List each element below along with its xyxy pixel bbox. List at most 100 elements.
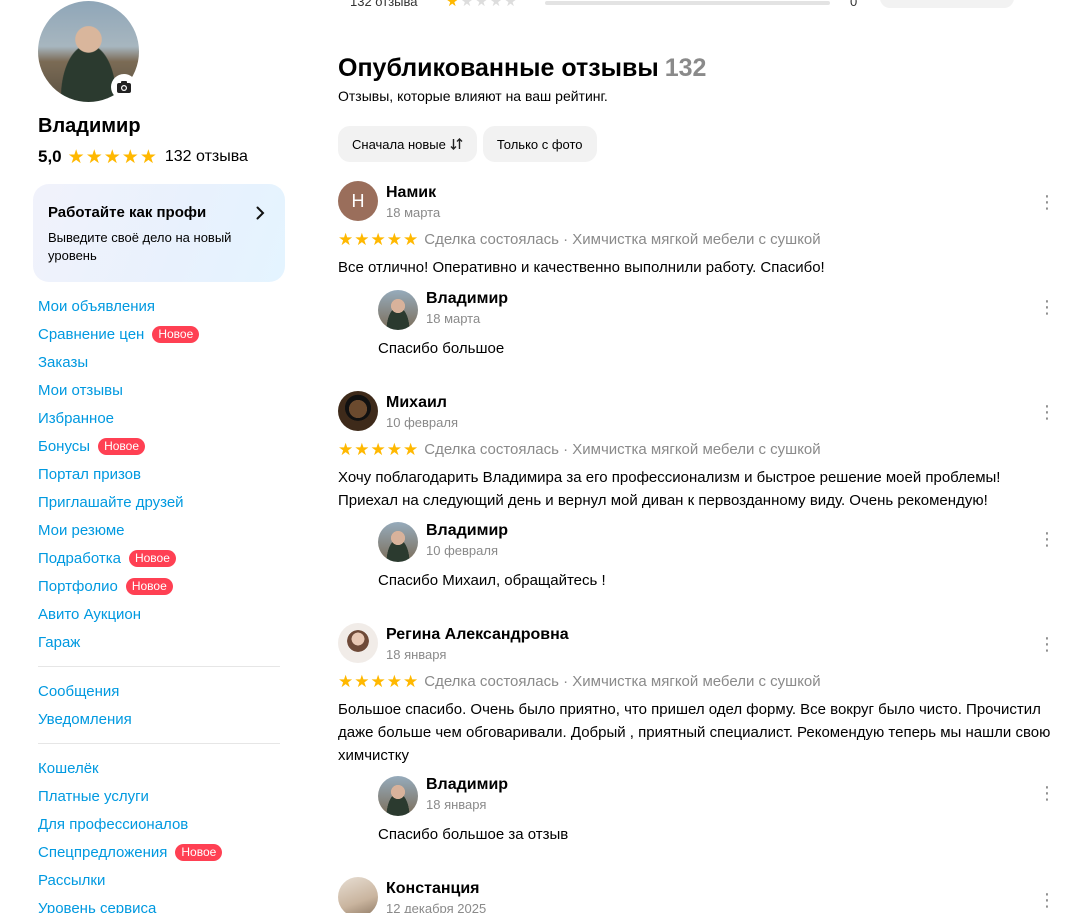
- sidebar-item-label: Мои резюме: [38, 521, 125, 539]
- rating-row-button[interactable]: [880, 0, 1014, 8]
- sidebar-item-label: Подработка: [38, 549, 121, 567]
- pro-promo-card[interactable]: Работайте как профи Выведите своё дело н…: [33, 184, 285, 282]
- page-subtitle: Отзывы, которые влияют на ваш рейтинг.: [338, 88, 608, 104]
- sidebar-item[interactable]: Подработка Новое: [38, 544, 280, 572]
- reply-text: Спасибо Михаил, обращайтесь !: [378, 572, 606, 589]
- reply-author[interactable]: Владимир: [426, 290, 508, 308]
- sidebar-item[interactable]: Избранное: [38, 404, 280, 432]
- sort-newest-button[interactable]: Сначала новые: [338, 126, 477, 162]
- review-date: 10 февраля: [386, 415, 458, 430]
- star-icon: ★: [338, 672, 354, 691]
- photo-only-button[interactable]: Только с фото: [482, 126, 597, 162]
- more-vertical-icon[interactable]: ⋮: [1038, 298, 1056, 316]
- new-badge: Новое: [128, 549, 176, 567]
- profile-avatar-wrap: [38, 1, 139, 102]
- review-deal-info: Сделка состоялась · Химчистка мягкой меб…: [424, 231, 821, 248]
- review-card: Констанция 12 декабря 2025 ⋮: [338, 877, 1058, 913]
- sidebar-item[interactable]: Мои объявления: [38, 292, 280, 320]
- review-stars: ★ ★ ★ ★ ★: [338, 673, 418, 690]
- reply-date: 18 января: [426, 797, 487, 812]
- star-icon: ★: [338, 440, 354, 459]
- sidebar-item[interactable]: Рассылки: [38, 866, 280, 894]
- reviewer-avatar[interactable]: [338, 877, 378, 913]
- sidebar-item-label: Уведомления: [38, 710, 132, 728]
- sidebar-item-label: Гараж: [38, 633, 81, 651]
- sidebar-item-label: Сообщения: [38, 682, 120, 700]
- sidebar-item-label: Бонусы: [38, 437, 91, 455]
- star-icon: ★: [403, 672, 419, 691]
- reviewer-name[interactable]: Михаил: [386, 394, 447, 412]
- more-vertical-icon[interactable]: ⋮: [1038, 403, 1056, 421]
- review-date: 18 марта: [386, 205, 441, 220]
- reply-text: Спасибо большое за отзыв: [378, 826, 569, 843]
- reply-author[interactable]: Владимир: [426, 522, 508, 540]
- more-vertical-icon[interactable]: ⋮: [1038, 891, 1056, 909]
- star-icon: ★: [403, 230, 419, 249]
- rating-value: 5,0: [38, 147, 62, 166]
- reviewer-avatar[interactable]: Н: [338, 181, 378, 221]
- sidebar-item[interactable]: Кошелёк: [38, 754, 280, 782]
- profile-rating: 5,0 ★ ★ ★ ★ ★ 132 отзыва: [38, 147, 248, 167]
- review-filters: Сначала новые Только с фото: [338, 126, 597, 162]
- reply-author[interactable]: Владимир: [426, 776, 508, 794]
- sidebar-item[interactable]: Платные услуги: [38, 782, 280, 810]
- sidebar-item-label: Мои отзывы: [38, 381, 123, 399]
- sidebar-item-label: Заказы: [38, 353, 89, 371]
- sidebar-item[interactable]: Портфолио Новое: [38, 572, 280, 600]
- sidebar-item[interactable]: Мои резюме: [38, 516, 280, 544]
- profile-name: Владимир: [38, 115, 141, 137]
- reviewer-name[interactable]: Констанция: [386, 880, 480, 898]
- owner-avatar[interactable]: [378, 522, 418, 562]
- review-stars: ★ ★ ★ ★ ★: [338, 231, 418, 248]
- sidebar-item[interactable]: Гараж: [38, 628, 280, 656]
- page-title-count: 132: [664, 54, 707, 82]
- owner-avatar[interactable]: [378, 290, 418, 330]
- more-vertical-icon[interactable]: ⋮: [1038, 635, 1056, 653]
- sidebar-item[interactable]: Заказы: [38, 348, 280, 376]
- sidebar-item[interactable]: Спецпредложения Новое: [38, 838, 280, 866]
- reviews-count-link[interactable]: 132 отзыва: [165, 148, 248, 166]
- sidebar-item[interactable]: Авито Аукцион: [38, 600, 280, 628]
- review-text: Все отлично! Оперативно и качественно вы…: [338, 259, 825, 276]
- new-badge: Новое: [175, 843, 223, 861]
- reviewer-name[interactable]: Намик: [386, 184, 436, 202]
- sidebar: Владимир 5,0 ★ ★ ★ ★ ★ 132 отзыва Работа…: [0, 0, 300, 913]
- review-meta: ★ ★ ★ ★ ★ Сделка состоялась · Химчистка мягк…: [338, 441, 821, 458]
- star-icon: ★: [386, 230, 402, 249]
- rating-distribution-row: 132 отзыва ★★★★★ 0: [350, 0, 1030, 9]
- sidebar-item[interactable]: Для профессионалов: [38, 810, 280, 838]
- more-vertical-icon[interactable]: ⋮: [1038, 784, 1056, 802]
- reviewer-avatar[interactable]: [338, 391, 378, 431]
- sidebar-item[interactable]: Уровень сервиса: [38, 894, 280, 913]
- star-icon: ★: [475, 0, 490, 9]
- reviewer-name[interactable]: Регина Александровна: [386, 626, 569, 644]
- owner-avatar[interactable]: [378, 776, 418, 816]
- review-deal-info: Сделка состоялась · Химчистка мягкой меб…: [424, 673, 821, 690]
- sidebar-item[interactable]: Бонусы Новое: [38, 432, 280, 460]
- chevron-right-icon: [256, 206, 265, 220]
- review-stars: ★ ★ ★ ★ ★: [338, 441, 418, 458]
- more-vertical-icon[interactable]: ⋮: [1038, 193, 1056, 211]
- star-icon: ★: [460, 0, 476, 9]
- sidebar-item[interactable]: Приглашайте друзей: [38, 488, 280, 516]
- reply-date: 10 февраля: [426, 543, 498, 558]
- star-icon: ★: [354, 440, 370, 459]
- sidebar-item-label: Избранное: [38, 409, 115, 427]
- review-text: Хочу поблагодарить Владимира за его проф…: [338, 469, 1001, 509]
- reviewer-avatar[interactable]: [338, 623, 378, 663]
- owner-reply: Владимир 18 января ⋮ Спасибо большое за …: [378, 776, 1060, 846]
- more-vertical-icon[interactable]: ⋮: [1038, 530, 1056, 548]
- star-icon: ★: [489, 0, 505, 9]
- owner-reply: Владимир 18 марта ⋮ Спасибо большое: [378, 290, 1060, 360]
- reply-date: 18 марта: [426, 311, 481, 326]
- sidebar-item[interactable]: Уведомления: [38, 705, 280, 733]
- rating-stars: ★ ★ ★ ★ ★: [68, 148, 157, 167]
- sidebar-item[interactable]: Сравнение цен Новое: [38, 320, 280, 348]
- sidebar-item[interactable]: Мои отзывы: [38, 376, 280, 404]
- sidebar-item[interactable]: Портал призов: [38, 460, 280, 488]
- star-icon: ★: [354, 230, 370, 249]
- sidebar-item[interactable]: Сообщения: [38, 677, 280, 705]
- change-photo-button[interactable]: [111, 74, 137, 100]
- review-date: 18 января: [386, 647, 447, 662]
- page-title: Опубликованные отзывы 132: [338, 54, 706, 83]
